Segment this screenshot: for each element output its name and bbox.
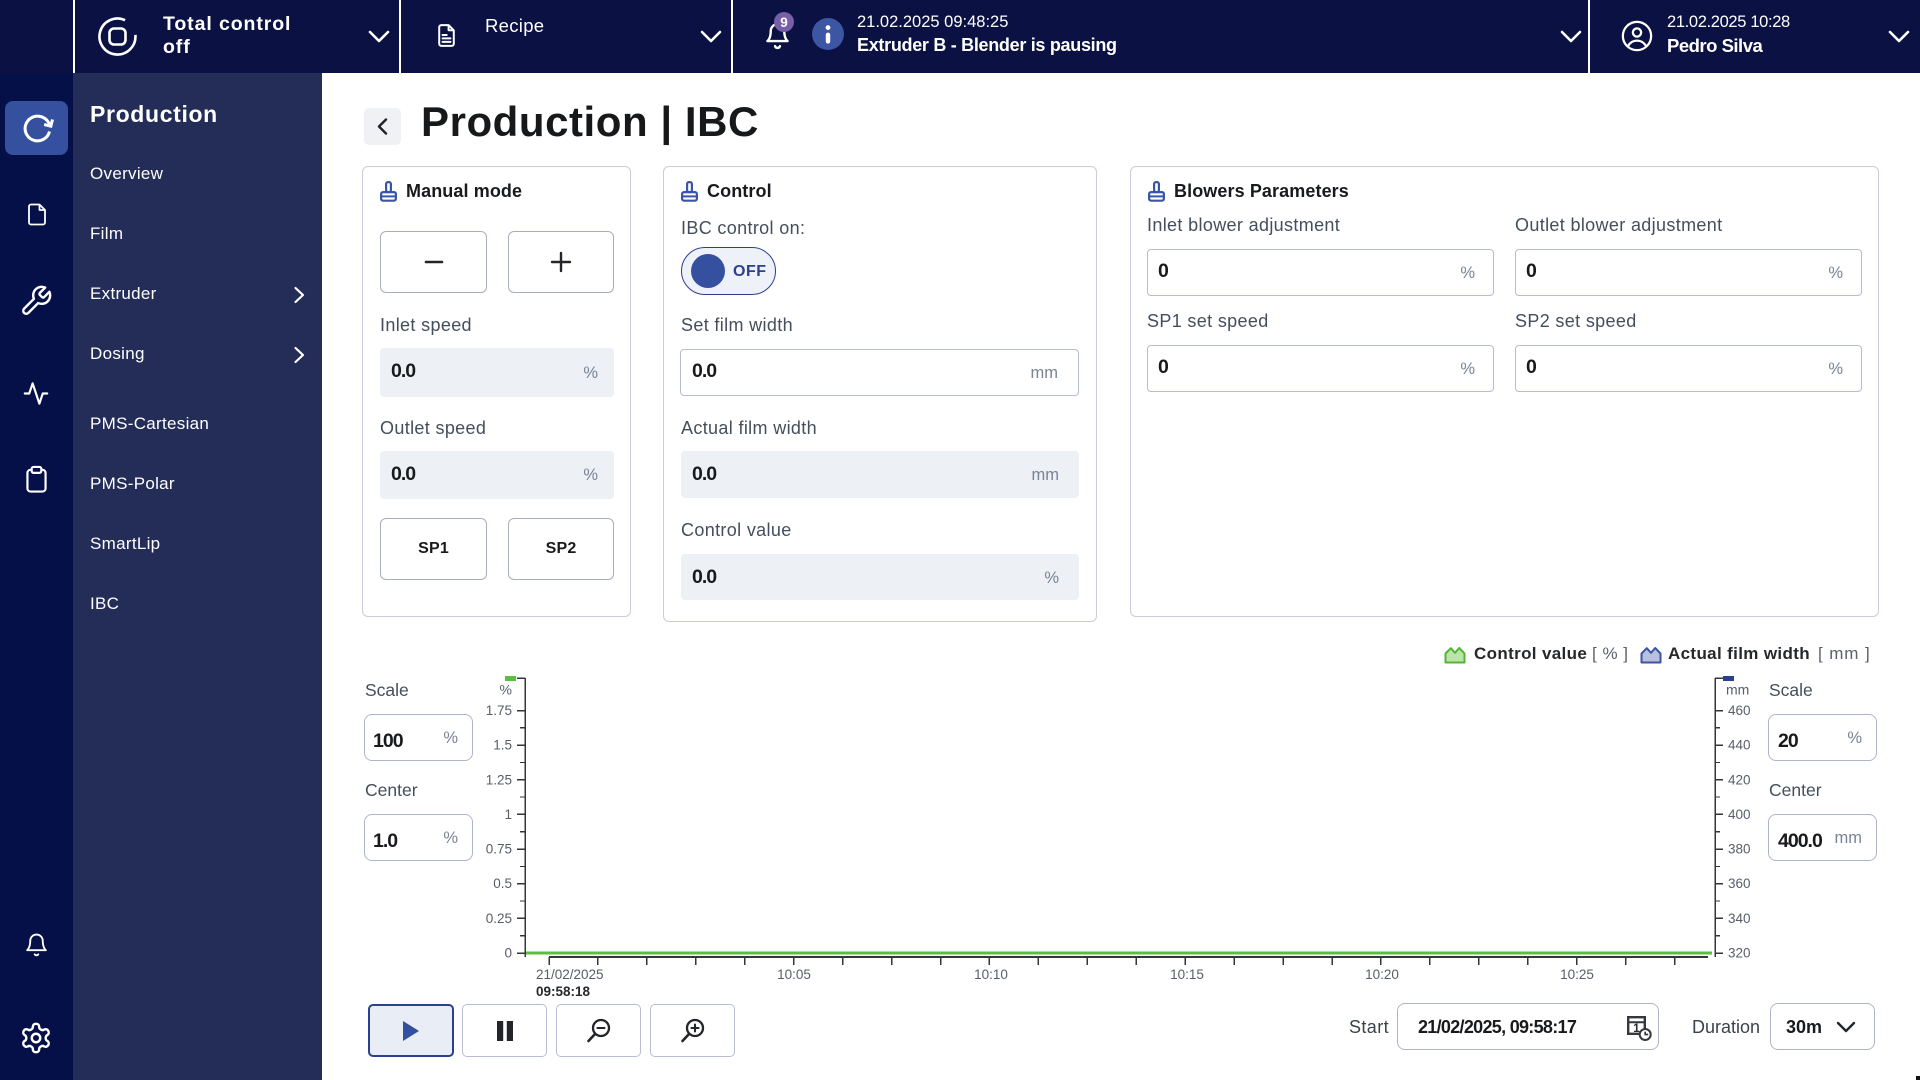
svg-text:1: 1 [504,807,512,822]
svg-text:460: 460 [1728,703,1751,718]
svg-text:420: 420 [1728,772,1751,787]
svg-text:0.25: 0.25 [486,911,512,926]
svg-text:320: 320 [1728,946,1751,961]
svg-text:21/02/2025: 21/02/2025 [536,967,604,982]
svg-text:10:05: 10:05 [777,967,811,982]
svg-text:10:10: 10:10 [974,967,1008,982]
svg-text:400: 400 [1728,807,1751,822]
svg-text:340: 340 [1728,911,1751,926]
svg-text:10:20: 10:20 [1365,967,1399,982]
svg-text:0.75: 0.75 [486,842,512,857]
svg-text:0: 0 [504,946,512,961]
svg-text:mm: mm [1726,682,1749,698]
svg-text:1.5: 1.5 [493,738,512,753]
svg-text:09:58:18: 09:58:18 [536,984,591,999]
svg-text:1.25: 1.25 [486,772,512,787]
svg-text:10:25: 10:25 [1560,967,1594,982]
svg-text:360: 360 [1728,876,1751,891]
svg-text:440: 440 [1728,738,1751,753]
svg-text:1.75: 1.75 [486,703,512,718]
svg-text:380: 380 [1728,842,1751,857]
svg-text:0.5: 0.5 [493,876,512,891]
svg-text:10:15: 10:15 [1170,967,1204,982]
svg-text:%: % [500,682,512,698]
